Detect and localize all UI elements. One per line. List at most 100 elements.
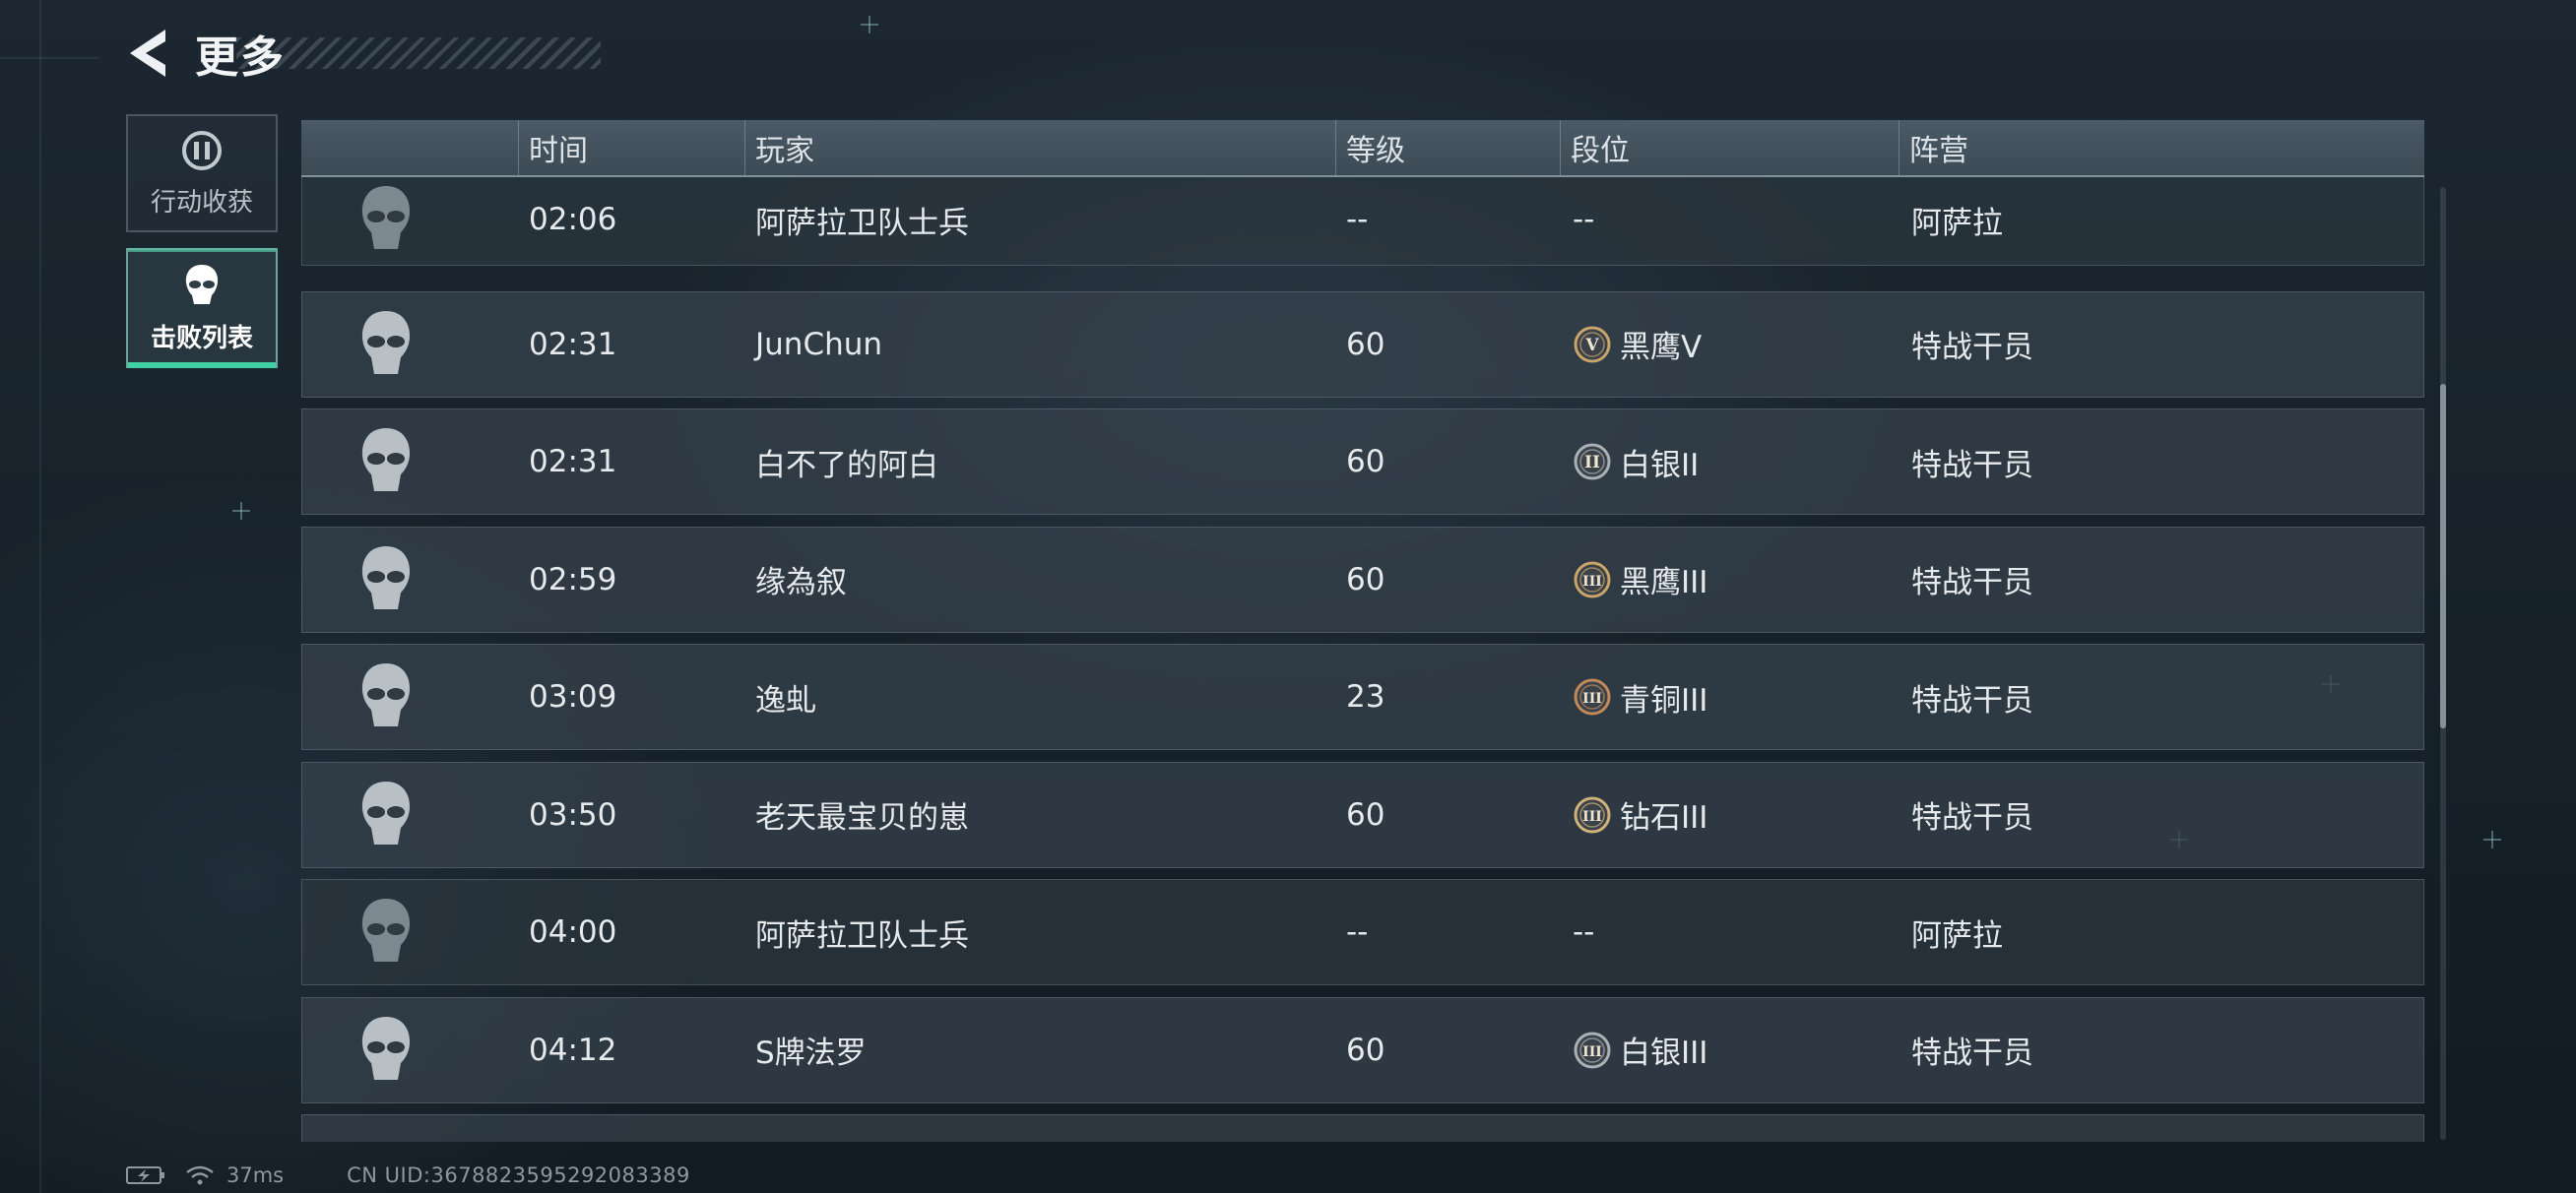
back-arrow-icon[interactable] xyxy=(126,28,173,79)
tab-active-topline xyxy=(128,248,276,252)
cell-faction-text: 阿萨拉 xyxy=(1911,205,2003,241)
cell-time-text: 04:00 xyxy=(529,914,617,950)
cell-rank: -- xyxy=(1573,880,1594,984)
page-title: 更多 xyxy=(195,32,286,83)
cell-time: 03:09 xyxy=(529,645,616,749)
cell-player: JunChun xyxy=(755,292,882,397)
table-row[interactable]: 03:50 老天最宝贝的崽 60 III 钻石III 特战干员 xyxy=(301,761,2424,868)
cell-faction: 特战干员 xyxy=(1911,292,2033,397)
cell-time: 04:00 xyxy=(529,880,616,984)
cell-rank-text: -- xyxy=(1573,914,1595,950)
cell-level: 23 xyxy=(1346,645,1385,749)
cell-faction: 特战干员 xyxy=(1911,645,2033,749)
table-row[interactable]: 04:00 阿萨拉卫队士兵 -- -- 阿萨拉 xyxy=(301,879,2424,985)
table-row-partial[interactable] xyxy=(301,1114,2424,1142)
tab-active-underline xyxy=(128,362,276,368)
cell-faction-text: 特战干员 xyxy=(1911,447,2033,483)
cell-level-text: -- xyxy=(1346,202,1369,237)
table-row[interactable]: 02:06 阿萨拉卫队士兵 -- -- 阿萨拉 xyxy=(301,177,2424,266)
cell-faction-text: 特战干员 xyxy=(1911,1036,2033,1071)
cell-faction: 特战干员 xyxy=(1911,528,2033,632)
rank-badge-icon: III xyxy=(1574,561,1611,597)
cell-level: 60 xyxy=(1346,409,1385,514)
skull-icon xyxy=(361,428,411,491)
cell-rank-text: 黑鹰III xyxy=(1620,565,1708,600)
cell-rank-text: 黑鹰V xyxy=(1620,330,1703,365)
cell-faction-text: 特战干员 xyxy=(1911,682,2033,719)
decor-grid-line xyxy=(0,57,98,59)
skull-icon xyxy=(361,1016,411,1080)
soldier-mask-icon xyxy=(361,899,411,962)
tab-label: 击败列表 xyxy=(150,323,253,353)
cell-level: -- xyxy=(1346,177,1368,265)
cell-level: -- xyxy=(1346,880,1368,984)
cell-level: 60 xyxy=(1346,528,1385,632)
cell-rank: -- xyxy=(1573,177,1594,265)
rank-badge-icon: III xyxy=(1574,678,1611,716)
cell-time-text: 03:50 xyxy=(529,796,617,833)
tab-defeat-list[interactable]: 击败列表 xyxy=(126,248,278,368)
cell-time-text: 03:09 xyxy=(529,679,617,715)
table-body: 02:06 阿萨拉卫队士兵 -- -- 阿萨拉 02:31 JunChun 60 V 黑鹰V 特战干… xyxy=(301,177,2424,1142)
cell-player: 白不了的阿白 xyxy=(755,409,938,514)
cell-rank-text: -- xyxy=(1573,202,1595,237)
table-row[interactable]: 02:31 白不了的阿白 60 II 白银II 特战干员 xyxy=(301,408,2424,515)
table-row[interactable]: 03:09 逸虬 23 III 青铜III 特战干员 xyxy=(301,644,2424,750)
cell-faction: 特战干员 xyxy=(1911,763,2033,867)
scrollbar-thumb[interactable] xyxy=(2440,384,2446,728)
cell-level-text: 60 xyxy=(1346,796,1385,833)
cell-time-text: 02:31 xyxy=(529,444,617,479)
wifi-icon xyxy=(186,1165,214,1185)
table-row[interactable]: 02:59 缘為叙 60 III 黑鹰III 特战干员 xyxy=(301,526,2424,633)
cell-player-text: 老天最宝贝的崽 xyxy=(755,800,969,836)
cell-level: 60 xyxy=(1346,998,1385,1102)
cell-level-text: 23 xyxy=(1346,679,1385,715)
cell-rank-text: 钻石III xyxy=(1620,800,1708,836)
rank-badge-numeral: III xyxy=(1582,691,1602,707)
column-header-time: 时间 xyxy=(518,120,744,175)
decor-cross xyxy=(232,502,250,520)
cell-player-text: 阿萨拉卫队士兵 xyxy=(755,205,969,241)
table-row[interactable]: 02:31 JunChun 60 V 黑鹰V 特战干员 xyxy=(301,290,2424,398)
cell-rank-text: 青铜III xyxy=(1620,682,1708,719)
cell-time: 03:50 xyxy=(529,763,616,867)
rank-badge-icon: V xyxy=(1574,326,1611,362)
cell-player-text: 缘為叙 xyxy=(755,565,847,600)
cell-player-text: JunChun xyxy=(755,326,883,362)
rank-badge-icon: II xyxy=(1574,443,1611,480)
cell-player-text: 阿萨拉卫队士兵 xyxy=(755,917,969,954)
cell-rank: III 白银III xyxy=(1573,998,1707,1102)
tab-action-harvest[interactable]: 行动收获 xyxy=(126,114,278,232)
status-bar: 37ms CN UID:3678823595292083389 xyxy=(126,1162,690,1189)
cell-player: 阿萨拉卫队士兵 xyxy=(755,177,969,265)
cell-rank-text: 白银III xyxy=(1620,1036,1708,1071)
skull-icon xyxy=(361,781,411,845)
table-scrollbar[interactable] xyxy=(2440,187,2446,1140)
cell-rank-text: 白银II xyxy=(1620,447,1700,483)
cell-level: 60 xyxy=(1346,763,1385,867)
cell-faction-text: 特战干员 xyxy=(1911,565,2033,600)
cell-faction-text: 特战干员 xyxy=(1911,800,2033,836)
cell-faction: 特战干员 xyxy=(1911,409,2033,514)
skull-icon xyxy=(361,545,411,609)
column-header-faction: 阵营 xyxy=(1899,120,2194,175)
skull-icon xyxy=(185,264,219,304)
title-decor-stripes xyxy=(236,37,601,69)
cell-level-text: 60 xyxy=(1346,1032,1385,1068)
decor-grid-line xyxy=(39,0,41,1193)
table-row[interactable]: 04:12 S牌法罗 60 III 白银III 特战干员 xyxy=(301,996,2424,1103)
table-header: 时间 玩家 等级 段位 阵营 xyxy=(301,120,2424,177)
page-header: 更多 xyxy=(126,24,286,83)
rank-badge-numeral: III xyxy=(1582,809,1602,825)
skull-icon xyxy=(361,663,411,726)
cell-time-text: 04:12 xyxy=(529,1032,617,1068)
cell-faction: 阿萨拉 xyxy=(1911,880,2003,984)
tab-label: 行动收获 xyxy=(150,187,253,218)
cell-level-text: 60 xyxy=(1346,444,1385,479)
cell-time: 02:59 xyxy=(529,528,616,632)
cell-time-text: 02:06 xyxy=(529,202,617,237)
cell-level-text: 60 xyxy=(1346,326,1385,362)
battery-icon xyxy=(126,1166,164,1184)
cell-player-text: 逸虬 xyxy=(755,682,816,719)
rank-badge-icon: III xyxy=(1574,796,1611,833)
